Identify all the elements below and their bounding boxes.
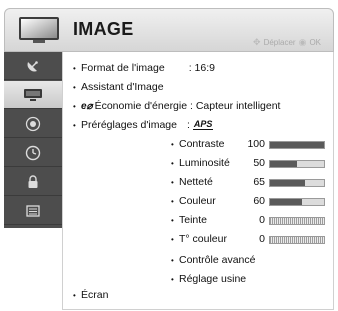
bullet-icon: • bbox=[73, 82, 76, 92]
setting-label-text: Luminosité bbox=[179, 157, 230, 169]
picture-wizard-label: Assistant d'Image bbox=[81, 81, 164, 93]
setting-value: 0 bbox=[259, 233, 265, 245]
sidebar-empty-area bbox=[4, 228, 62, 310]
sidebar-item-setup[interactable] bbox=[4, 52, 62, 80]
level-slider[interactable] bbox=[269, 198, 325, 206]
setting-value: 60 bbox=[253, 195, 265, 207]
picture-icon bbox=[23, 88, 43, 102]
menu-item-picture-reset[interactable]: • Réglage usine bbox=[171, 273, 246, 285]
sidebar-item-time[interactable] bbox=[4, 139, 62, 167]
setting-label-text: Teinte bbox=[179, 214, 208, 226]
arrows-icon: ✥ bbox=[253, 37, 261, 47]
bullet-icon: • bbox=[171, 178, 174, 187]
bullet-icon: • bbox=[73, 120, 76, 130]
sidebar-item-picture[interactable] bbox=[4, 81, 62, 109]
clock-icon bbox=[25, 145, 41, 161]
eco-leaf-icon: e⌀ bbox=[81, 100, 93, 112]
setting-label-text: Couleur bbox=[179, 195, 216, 207]
bullet-icon: • bbox=[73, 290, 76, 300]
satellite-dish-icon bbox=[25, 58, 41, 74]
setting-3-label[interactable]: • Couleur bbox=[171, 195, 216, 207]
lock-icon bbox=[25, 174, 41, 190]
menu-item-picture-mode[interactable]: • Préréglages d'image : APS bbox=[73, 119, 214, 131]
level-slider[interactable] bbox=[269, 179, 325, 187]
ok-button-icon: ◉ bbox=[298, 37, 307, 47]
bullet-icon: • bbox=[171, 197, 174, 206]
advanced-control-label: Contrôle avancé bbox=[179, 254, 256, 266]
picture-menu-window: IMAGE ✥ Déplacer ◉ OK • Format de l'imag… bbox=[0, 0, 338, 311]
bullet-icon: • bbox=[171, 256, 174, 265]
tv-screen-icon bbox=[17, 16, 61, 44]
slider-fill bbox=[270, 142, 324, 148]
picture-reset-label: Réglage usine bbox=[179, 273, 247, 285]
page-title: IMAGE bbox=[73, 19, 134, 39]
menu-item-energy-saving[interactable]: • e⌀ Économie d'énergie : Capteur intell… bbox=[73, 100, 280, 112]
slider-fill bbox=[270, 180, 306, 186]
sidebar-item-option[interactable] bbox=[4, 197, 62, 225]
hint-ok-label: OK bbox=[309, 38, 321, 47]
picture-mode-separator: : bbox=[186, 119, 190, 131]
aps-logo: APS bbox=[192, 119, 214, 130]
energy-saving-label: Économie d'énergie : Capteur intelligent bbox=[94, 100, 281, 112]
hint-move-label: Déplacer bbox=[263, 38, 296, 47]
screen-label: Écran bbox=[81, 289, 109, 301]
setting-2-label[interactable]: • Netteté bbox=[171, 176, 213, 188]
setting-value: 65 bbox=[253, 176, 265, 188]
setting-label-text: Netteté bbox=[179, 176, 213, 188]
setting-label-text: Contraste bbox=[179, 138, 225, 150]
level-slider[interactable] bbox=[269, 141, 325, 149]
options-icon bbox=[25, 203, 41, 219]
bullet-icon: • bbox=[171, 159, 174, 168]
setting-value: 50 bbox=[253, 157, 265, 169]
aspect-ratio-label: Format de l'image bbox=[81, 62, 165, 74]
bullet-icon: • bbox=[171, 235, 174, 244]
balance-slider[interactable] bbox=[269, 217, 325, 225]
speaker-icon bbox=[25, 116, 41, 132]
sidebar-item-lock[interactable] bbox=[4, 168, 62, 196]
setting-value: 0 bbox=[259, 214, 265, 226]
category-sidebar bbox=[4, 52, 62, 228]
setting-value: 100 bbox=[247, 138, 265, 150]
setting-0-label[interactable]: • Contraste bbox=[171, 138, 225, 150]
picture-settings-panel: • Format de l'image : 16:9 • Assistant d… bbox=[62, 52, 334, 310]
menu-item-screen[interactable]: • Écran bbox=[73, 289, 108, 301]
menu-item-aspect-ratio[interactable]: • Format de l'image : 16:9 bbox=[73, 62, 215, 74]
bullet-icon: • bbox=[73, 63, 76, 73]
setting-label-text: T° couleur bbox=[179, 233, 227, 245]
balance-slider[interactable] bbox=[269, 236, 325, 244]
menu-item-picture-wizard[interactable]: • Assistant d'Image bbox=[73, 81, 164, 93]
slider-fill bbox=[270, 161, 297, 167]
slider-fill bbox=[270, 199, 303, 205]
sidebar-item-audio[interactable] bbox=[4, 110, 62, 138]
setting-1-label[interactable]: • Luminosité bbox=[171, 157, 230, 169]
setting-4-label[interactable]: • Teinte bbox=[171, 214, 207, 226]
navigation-hint: ✥ Déplacer ◉ OK bbox=[253, 37, 321, 48]
setting-5-label[interactable]: • T° couleur bbox=[171, 233, 227, 245]
bullet-icon: • bbox=[171, 140, 174, 149]
picture-mode-label: Préréglages d'image bbox=[81, 119, 177, 131]
menu-header: IMAGE ✥ Déplacer ◉ OK bbox=[4, 8, 334, 52]
level-slider[interactable] bbox=[269, 160, 325, 168]
bullet-icon: • bbox=[171, 275, 174, 284]
bullet-icon: • bbox=[171, 216, 174, 225]
menu-item-advanced-control[interactable]: • Contrôle avancé bbox=[171, 254, 255, 266]
aspect-ratio-value: : 16:9 bbox=[188, 62, 215, 74]
bullet-icon: • bbox=[73, 101, 76, 111]
